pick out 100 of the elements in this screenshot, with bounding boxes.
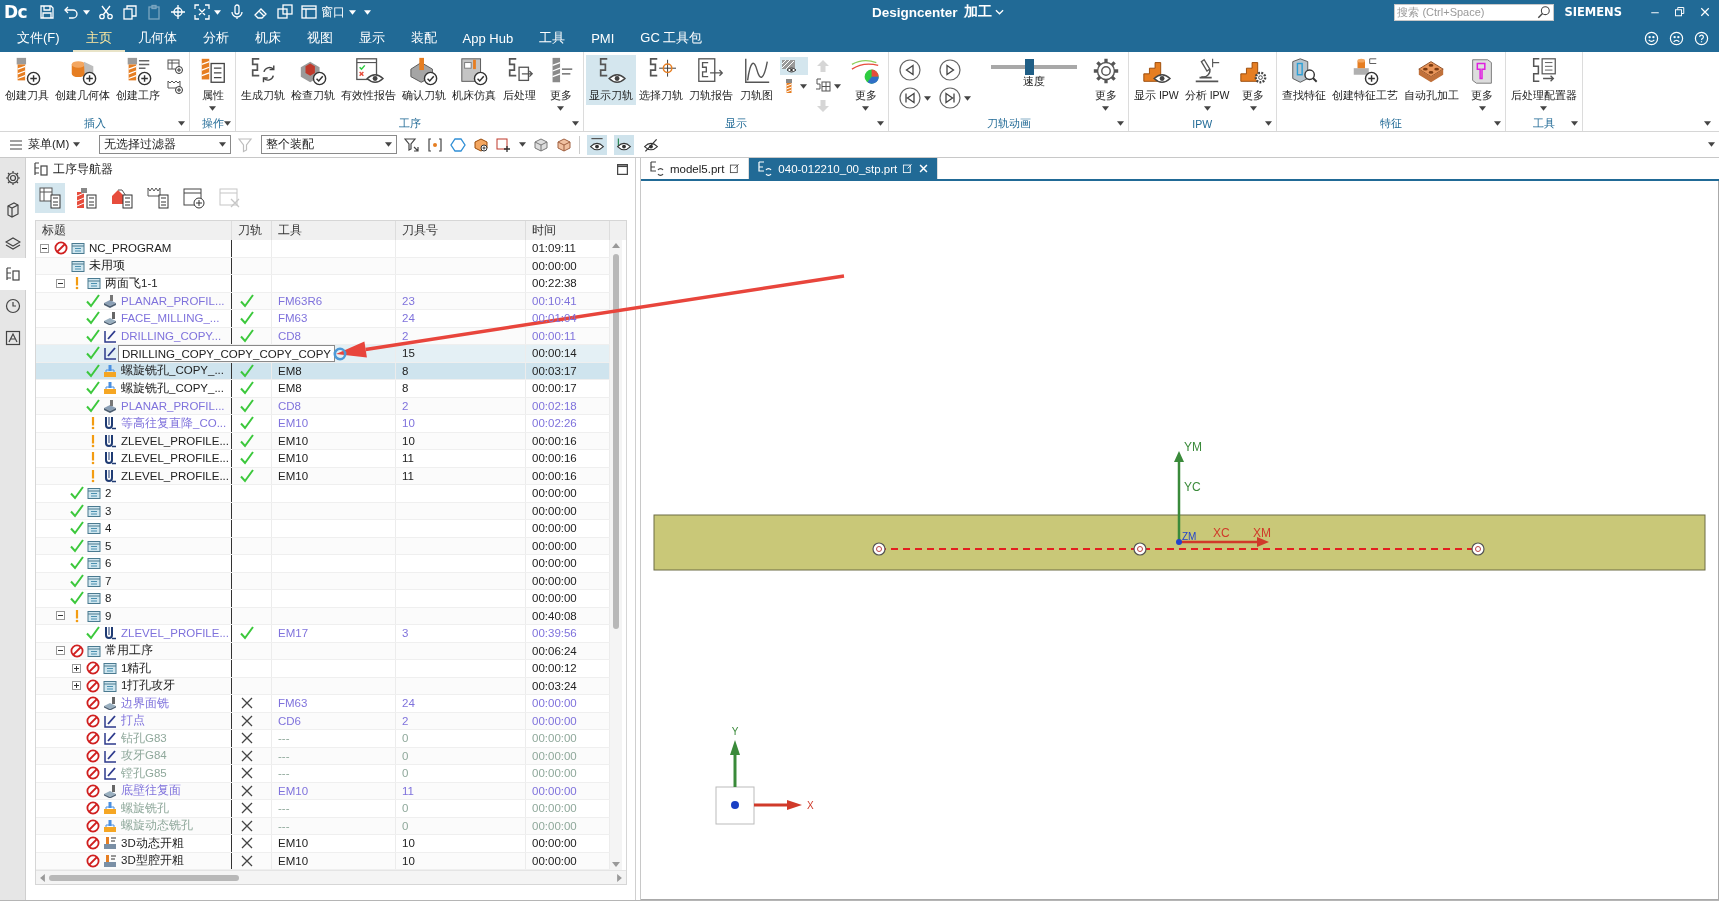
program-order-icon[interactable] [35, 183, 65, 213]
caret-icon[interactable] [1704, 121, 1711, 126]
menu-tab[interactable]: App Hub [449, 24, 527, 52]
play-back-button[interactable] [899, 59, 921, 81]
more-button[interactable]: 更多 [1085, 55, 1126, 113]
app-menu[interactable]: 加工 [963, 3, 1004, 21]
create-operation-button[interactable]: 创建工序 [113, 55, 163, 105]
tree-row[interactable]: DRILLING_COPY_COPY_COPY_COPY 15 00:00:14 [36, 345, 610, 363]
verify-toolpath-button[interactable]: 检查刀轨 [288, 55, 338, 105]
clock-icon[interactable] [4, 298, 21, 314]
more-button[interactable]: 更多 [1232, 55, 1274, 113]
scope-dropdown[interactable]: 整个装配 [261, 135, 398, 154]
menu-tab[interactable]: 几何体 [124, 24, 190, 52]
caret-icon[interactable] [1493, 121, 1501, 126]
expand-icon[interactable] [72, 681, 81, 691]
square-plus-icon[interactable] [496, 136, 513, 153]
column-header[interactable]: 刀具号 [402, 223, 438, 238]
generate-toolpath-button[interactable]: 生成刀轨 [238, 55, 288, 105]
select-toolpath-button[interactable]: 选择刀轨 [636, 55, 686, 105]
create-feature-process-button[interactable]: 创建特征工艺 [1328, 55, 1401, 105]
close-icon[interactable] [1699, 6, 1711, 18]
caret-icon[interactable] [877, 121, 884, 126]
file-tab[interactable]: 040-012210_00_stp.prt [749, 158, 939, 179]
caret-icon[interactable] [214, 9, 222, 15]
caret-icon[interactable] [83, 9, 91, 15]
tree-row[interactable]: 2 00:00:00 [36, 485, 610, 503]
properties-button[interactable]: 属性 [192, 55, 233, 113]
scroll-right-icon[interactable] [617, 873, 622, 882]
box-icon[interactable] [533, 136, 550, 153]
skip-forward-button[interactable] [939, 87, 971, 109]
search-field[interactable]: 搜索 (Ctrl+Space) [1394, 3, 1555, 21]
window-icon[interactable] [301, 4, 318, 20]
tree-row[interactable]: NC_PROGRAM 01:09:11 [36, 240, 610, 258]
help-icon[interactable] [1694, 30, 1709, 46]
vertical-scrollbar[interactable] [610, 240, 622, 870]
path-eye-icon[interactable] [614, 134, 635, 155]
menu-tab[interactable]: GC 工具包 [627, 24, 716, 52]
column-header[interactable]: 工具 [278, 223, 302, 238]
scroll-up-icon[interactable] [612, 243, 620, 248]
funnel-arrow-icon[interactable] [404, 136, 421, 153]
window-plus-icon[interactable] [182, 186, 206, 210]
machine-simulation-button[interactable]: 机床仿真 [449, 55, 499, 105]
scrollbar-thumb[interactable] [613, 254, 619, 629]
caret-icon[interactable] [519, 142, 527, 147]
menu-tab[interactable]: 主页 [72, 24, 125, 52]
find-feature-button[interactable]: 查找特征 [1278, 55, 1329, 105]
tree-row[interactable]: 3D动态开粗 EM10 10 00:00:00 [36, 835, 610, 853]
axes-eye-icon[interactable] [587, 134, 608, 155]
tree-row[interactable]: 4 00:00:00 [36, 520, 610, 538]
menu-tab[interactable]: PMI [578, 24, 628, 52]
post-configurator-button[interactable]: 后处理配置器 [1507, 55, 1580, 113]
hexagon-icon[interactable] [450, 136, 467, 153]
hidden-eye-icon[interactable] [643, 136, 660, 153]
menu-tab[interactable]: 工具 [526, 24, 579, 52]
microphone-icon[interactable] [229, 4, 246, 20]
menu-tab[interactable]: 机床 [241, 24, 294, 52]
frown-icon[interactable] [1669, 30, 1684, 46]
create-tool-button[interactable]: 创建刀具 [2, 55, 52, 105]
grid-button[interactable] [814, 77, 842, 95]
brackets-dot-icon[interactable] [427, 136, 444, 153]
caret-icon[interactable] [1117, 121, 1124, 126]
menu-tab[interactable]: 显示 [345, 24, 398, 52]
scroll-left-icon[interactable] [40, 873, 45, 882]
framed-letter-icon[interactable] [4, 330, 21, 346]
scissors-icon[interactable] [98, 4, 115, 20]
toolpath-report-button[interactable]: 刀轨报告 [686, 55, 736, 105]
confirm-toolpath-button[interactable]: 确认刀轨 [399, 55, 449, 105]
cube-plus-icon[interactable] [473, 136, 490, 153]
scroll-down-icon[interactable] [612, 862, 620, 867]
scrollbar-thumb[interactable] [49, 874, 239, 881]
table-plus-button[interactable] [166, 57, 184, 75]
menu-tab[interactable]: 文件(F) [4, 24, 73, 52]
collapse-icon[interactable] [56, 646, 65, 656]
crosshair-icon[interactable] [170, 4, 187, 20]
edit-icon[interactable] [729, 163, 741, 174]
slider-thumb[interactable] [1024, 59, 1034, 75]
geometry-view-icon[interactable] [110, 186, 134, 210]
method-view-icon[interactable] [146, 186, 170, 210]
auto-hole-button[interactable]: 自动孔加工 [1400, 55, 1462, 105]
tool-view-icon[interactable] [74, 186, 98, 210]
skip-back-button[interactable] [899, 87, 931, 109]
caret-icon[interactable] [1708, 142, 1715, 147]
play-button[interactable] [939, 59, 961, 81]
caret-icon[interactable] [224, 121, 231, 126]
tree-row[interactable]: 8 00:00:00 [36, 590, 610, 608]
column-header[interactable]: 时间 [532, 223, 556, 238]
collapse-icon[interactable] [56, 278, 65, 288]
box-shade-icon[interactable] [556, 136, 573, 153]
expand-icon[interactable] [72, 663, 81, 673]
collapse-icon[interactable] [40, 243, 49, 253]
maximize-icon[interactable] [616, 162, 629, 176]
more-button[interactable]: 更多 [845, 55, 886, 113]
copy-icon[interactable] [122, 4, 139, 20]
undo-icon[interactable] [63, 4, 80, 20]
analyze-ipw-button[interactable]: 分析 IPW [1181, 55, 1233, 113]
tree-icon[interactable] [0, 258, 26, 290]
caret-icon[interactable] [1264, 121, 1272, 126]
tree-row[interactable]: 边界面铣 FM63 24 00:00:00 [36, 695, 610, 713]
smile-icon[interactable] [1644, 30, 1659, 46]
horizontal-scrollbar[interactable] [36, 870, 626, 884]
